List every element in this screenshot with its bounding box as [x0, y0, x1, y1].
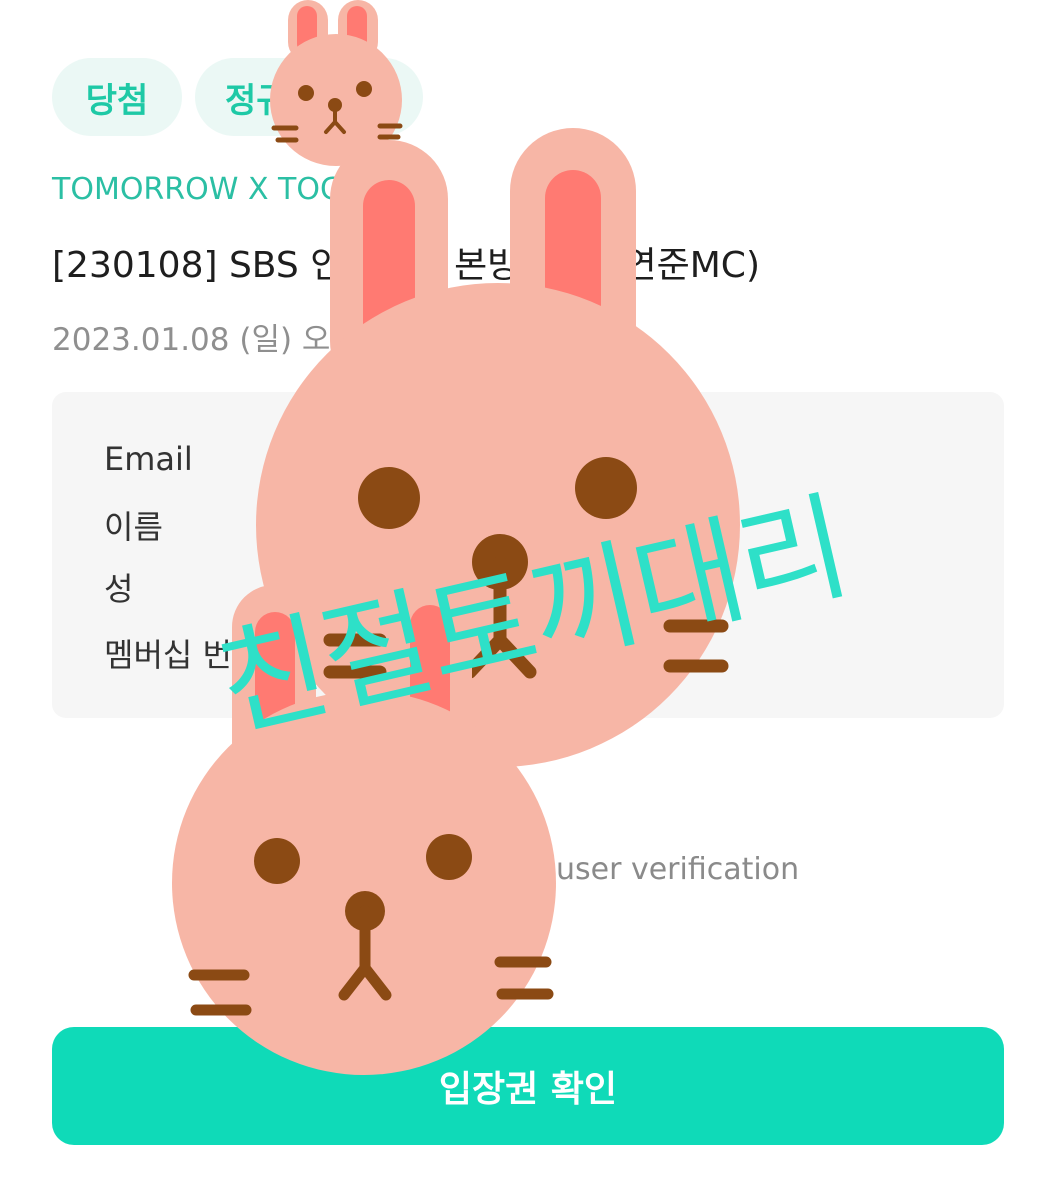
user-info-panel: Email 이름 성 멤버십 번 [52, 392, 1004, 718]
tag-winner[interactable]: 당첨 [52, 58, 182, 136]
artist-name: TOMORROW X TOG [52, 172, 344, 207]
membership-number-label: 멤버십 번 [104, 636, 232, 674]
email-label: Email [104, 440, 193, 478]
last-name-label: 성 [104, 570, 134, 608]
confirm-ticket-button[interactable]: 입장권 확인 [52, 1027, 1004, 1145]
first-name-label: 이름 [104, 508, 163, 546]
tag-regular[interactable]: 정규 [195, 58, 423, 136]
event-date: 2023.01.08 (일) 오후 [52, 322, 359, 358]
verification-hint: user verification [556, 852, 800, 887]
event-title: [230108] SBS 인기가요 본방 참여 (연준MC) [52, 245, 760, 286]
